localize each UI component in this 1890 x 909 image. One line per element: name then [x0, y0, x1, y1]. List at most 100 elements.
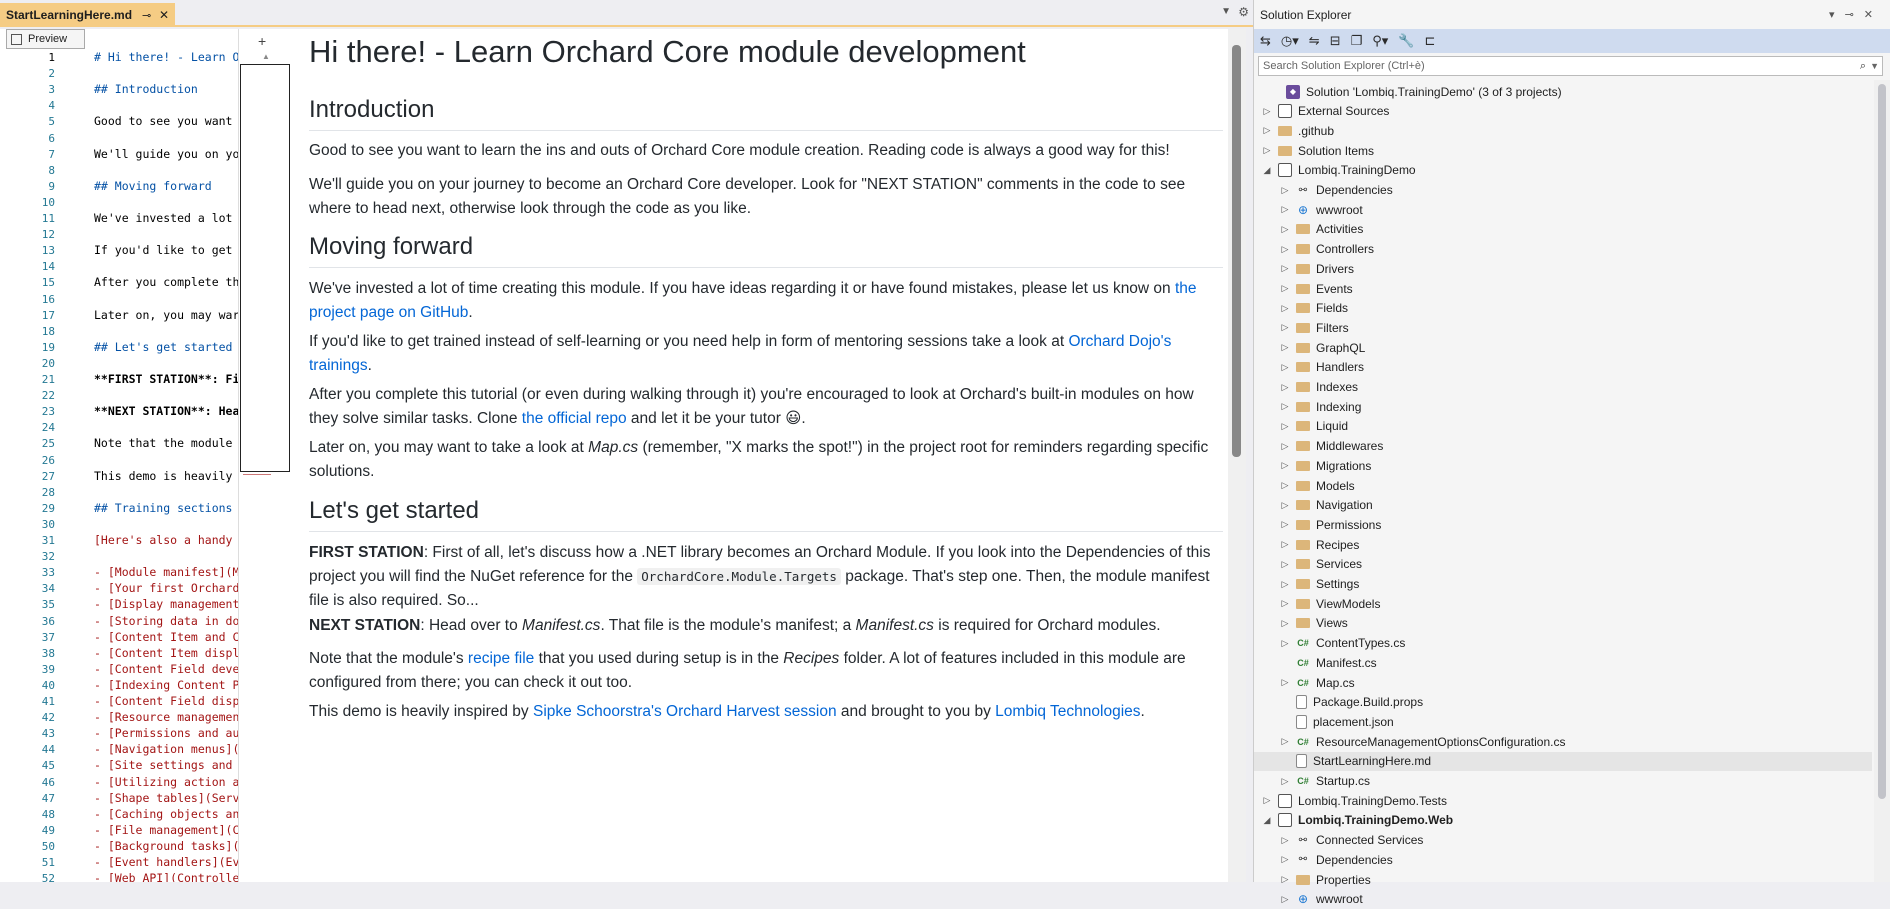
tree-node[interactable]: ▷ ⚯ Connected Services — [1254, 831, 1872, 850]
official-repo-link[interactable]: the official repo — [522, 410, 627, 427]
tree-node[interactable]: ▷ C# Startup.cs — [1254, 772, 1872, 791]
expand-arrow-icon[interactable]: ▷ — [1260, 106, 1274, 117]
code-line[interactable]: Note that the module — [94, 436, 232, 450]
pin-icon[interactable]: ⊸ — [142, 9, 151, 22]
minimap-viewport[interactable] — [240, 64, 290, 472]
solution-explorer-scroll-thumb[interactable] — [1878, 84, 1886, 799]
expand-arrow-icon[interactable]: ▷ — [1278, 500, 1292, 511]
code-line[interactable]: - [Storing data in do — [94, 614, 239, 628]
tree-node[interactable]: ▷ Settings — [1254, 575, 1872, 594]
code-line[interactable]: - [Display management — [94, 597, 239, 611]
code-line[interactable]: - [Utilizing action a — [94, 775, 239, 789]
expand-arrow-icon[interactable]: ▷ — [1278, 618, 1292, 629]
search-options-icon[interactable]: ▼ — [1870, 57, 1879, 75]
tree-node[interactable]: ▷ C# Map.cs — [1254, 673, 1872, 692]
tree-node[interactable]: ▷ Recipes — [1254, 535, 1872, 554]
tree-node[interactable]: ▷ Fields — [1254, 299, 1872, 318]
code-line[interactable]: ## Moving forward — [94, 179, 212, 193]
expand-arrow-icon[interactable]: ▷ — [1278, 559, 1292, 570]
tree-node[interactable]: ▷ Middlewares — [1254, 437, 1872, 456]
dropdown-icon[interactable]: ▾ — [1829, 9, 1845, 21]
tree-node[interactable]: placement.json — [1254, 712, 1872, 731]
code-line[interactable]: **NEXT STATION**: Hea — [94, 404, 239, 418]
tree-node[interactable]: ▷ Activities — [1254, 220, 1872, 239]
expand-arrow-icon[interactable]: ▷ — [1278, 303, 1292, 314]
tree-node[interactable]: ▷ Indexes — [1254, 378, 1872, 397]
code-line[interactable]: - [Resource managemen — [94, 710, 239, 724]
expand-arrow-icon[interactable]: ▷ — [1278, 776, 1292, 787]
close-icon[interactable]: ✕ — [1864, 9, 1883, 21]
tree-node[interactable]: ▷ ⊕ wwwroot — [1254, 890, 1872, 909]
expand-arrow-icon[interactable]: ▷ — [1278, 638, 1292, 649]
expand-arrow-icon[interactable]: ▷ — [1278, 539, 1292, 550]
scroll-up-icon[interactable]: ▲ — [262, 52, 270, 61]
tree-node[interactable]: ▷ Models — [1254, 476, 1872, 495]
expand-arrow-icon[interactable]: ▷ — [1278, 874, 1292, 885]
code-line[interactable]: - [Indexing Content P — [94, 678, 239, 692]
code-line[interactable]: - [Navigation menus]( — [94, 742, 239, 756]
code-line[interactable]: - [Event handlers](Ev — [94, 855, 239, 869]
tree-node[interactable]: ◢ Lombiq.TrainingDemo — [1254, 161, 1872, 180]
code-line[interactable]: - [Content Item and C — [94, 630, 239, 644]
expand-arrow-icon[interactable]: ▷ — [1278, 224, 1292, 235]
lombiq-link[interactable]: Lombiq Technologies — [995, 703, 1140, 720]
code-line[interactable]: Later on, you may war — [94, 308, 239, 322]
tree-node[interactable]: ▷ ViewModels — [1254, 594, 1872, 613]
switch-views-icon[interactable]: ⇆ — [1260, 33, 1271, 49]
expand-arrow-icon[interactable]: ▷ — [1278, 460, 1292, 471]
code-line[interactable]: We'll guide you on yo — [94, 147, 239, 161]
recipe-file-link[interactable]: recipe file — [468, 650, 534, 667]
solution-search-input[interactable]: Search Solution Explorer (Ctrl+è) ⌕ ▼ — [1258, 56, 1883, 76]
code-line[interactable]: After you complete th — [94, 275, 239, 289]
code-line[interactable]: ## Training sections — [94, 501, 232, 515]
tree-node[interactable]: ▷ Handlers — [1254, 358, 1872, 377]
gear-icon[interactable]: ⚙ — [1238, 5, 1249, 19]
close-icon[interactable]: ✕ — [159, 8, 169, 22]
harvest-session-link[interactable]: Sipke Schoorstra's Orchard Harvest sessi… — [533, 703, 837, 720]
code-line[interactable]: - [Web API](Controlle — [94, 871, 239, 882]
expand-arrow-icon[interactable]: ▷ — [1278, 244, 1292, 255]
expand-arrow-icon[interactable]: ▷ — [1278, 854, 1292, 865]
expand-arrow-icon[interactable]: ▷ — [1278, 519, 1292, 530]
tree-node[interactable]: StartLearningHere.md — [1254, 751, 1872, 771]
expand-arrow-icon[interactable]: ▷ — [1278, 677, 1292, 688]
code-line[interactable]: - [Background tasks]( — [94, 839, 239, 853]
show-all-files-icon[interactable]: ❐ — [1351, 33, 1363, 49]
tab-list-dropdown-icon[interactable]: ▼ — [1221, 6, 1231, 17]
tree-node[interactable]: ▷ Solution Items — [1254, 141, 1872, 160]
tree-node[interactable]: ▷ Events — [1254, 279, 1872, 298]
document-tab[interactable]: StartLearningHere.md ⊸ ✕ — [0, 3, 175, 27]
tree-node[interactable]: ▷ Migrations — [1254, 456, 1872, 475]
code-line[interactable]: - [Module manifest](M — [94, 565, 239, 579]
collapse-all-icon[interactable]: ⊟ — [1330, 33, 1341, 49]
code-line[interactable]: - [Permissions and au — [94, 726, 239, 740]
sync-icon[interactable]: ⇋ — [1309, 33, 1320, 49]
expand-arrow-icon[interactable]: ▷ — [1278, 480, 1292, 491]
expand-arrow-icon[interactable]: ▷ — [1278, 283, 1292, 294]
tree-node[interactable]: ▷ Views — [1254, 614, 1872, 633]
preview-selected-icon[interactable]: ⊏ — [1424, 33, 1435, 49]
code-line[interactable]: - [Content Field deve — [94, 662, 239, 676]
expand-arrow-icon[interactable]: ▷ — [1278, 579, 1292, 590]
code-line[interactable]: - [Content Item displ — [94, 646, 239, 660]
code-line[interactable]: - [File management](C — [94, 823, 239, 837]
tree-node[interactable]: ▷ Controllers — [1254, 240, 1872, 259]
properties-wrench-icon[interactable]: 🔧 — [1398, 33, 1414, 49]
tree-node[interactable]: ▷ ⊕ wwwroot — [1254, 200, 1872, 219]
search-icon[interactable]: ⌕ — [1860, 57, 1866, 75]
tree-node[interactable]: ▷ Services — [1254, 555, 1872, 574]
expand-arrow-icon[interactable]: ▷ — [1278, 185, 1292, 196]
preview-button[interactable]: Preview — [6, 29, 85, 49]
tree-node[interactable]: ◆ Solution 'Lombiq.TrainingDemo' (3 of 3 … — [1254, 82, 1872, 101]
code-line[interactable]: [Here's also a handy — [94, 533, 232, 547]
code-line[interactable]: # Hi there! - Learn O — [94, 50, 239, 64]
expand-arrow-icon[interactable]: ▷ — [1278, 263, 1292, 274]
code-line[interactable]: If you'd like to get — [94, 243, 232, 257]
tree-node[interactable]: ▷ Properties — [1254, 870, 1872, 889]
tree-node[interactable]: ▷ External Sources — [1254, 102, 1872, 121]
tree-node[interactable]: Package.Build.props — [1254, 693, 1872, 712]
expand-arrow-icon[interactable]: ▷ — [1278, 401, 1292, 412]
code-line[interactable]: ## Let's get started — [94, 340, 232, 354]
expand-arrow-icon[interactable]: ▷ — [1260, 125, 1274, 136]
tree-node[interactable]: ▷ C# ContentTypes.cs — [1254, 634, 1872, 653]
